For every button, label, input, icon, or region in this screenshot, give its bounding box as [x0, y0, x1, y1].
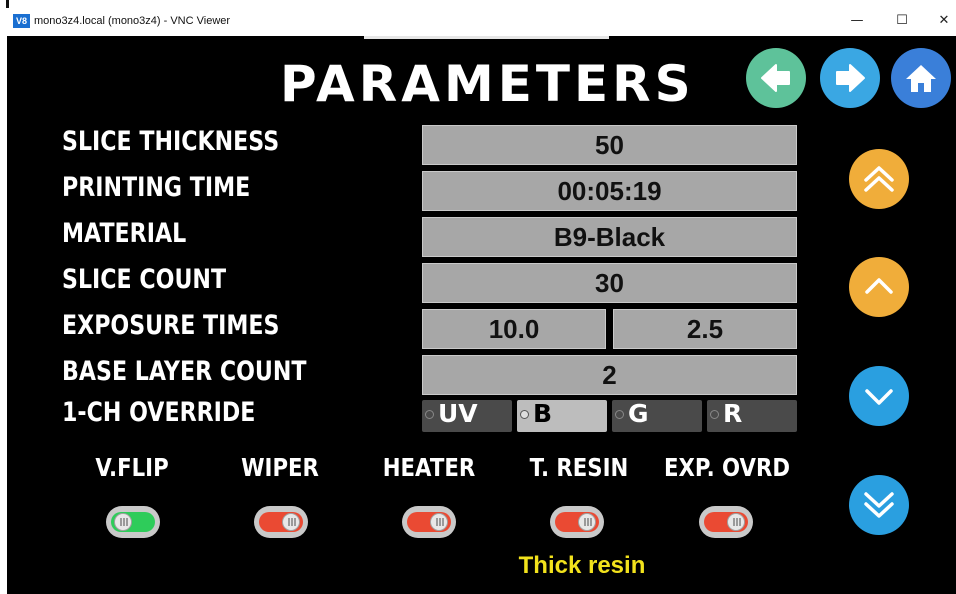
override-option-label: G [628, 399, 649, 428]
exposure-time-1-field[interactable]: 10.0 [422, 309, 606, 349]
printing-time-label: PRINTING TIME [62, 172, 251, 203]
window-titlebar: V8 mono3z4.local (mono3z4) - VNC Viewer … [0, 0, 956, 40]
forward-button[interactable] [820, 48, 880, 108]
arrow-left-icon [761, 64, 790, 92]
titlebar-edge-mark [6, 0, 9, 8]
vflip-label: V.FLIP [95, 453, 169, 482]
exposure-time-2-field[interactable]: 2.5 [613, 309, 797, 349]
vflip-toggle[interactable] [106, 506, 160, 538]
radio-icon [520, 410, 529, 419]
minimize-button[interactable]: — [845, 11, 869, 31]
override-option-label: R [723, 399, 743, 428]
double-chevron-down-icon [864, 492, 894, 518]
override-option-r[interactable]: R [707, 399, 797, 432]
printing-time-field[interactable]: 00:05:19 [422, 171, 797, 211]
override-option-label: UV [438, 399, 478, 428]
chevron-up-icon [865, 278, 893, 294]
override-option-g[interactable]: G [612, 399, 702, 432]
toggle-knob [727, 513, 745, 531]
arrow-right-icon [836, 64, 865, 92]
close-icon: ✕ [938, 13, 950, 28]
base-layer-count-label: BASE LAYER COUNT [62, 356, 307, 387]
slice-count-field[interactable]: 30 [422, 263, 797, 303]
thick-resin-toggle[interactable] [550, 506, 604, 538]
override-label: 1-CH OVERRIDE [62, 397, 256, 428]
radio-icon [615, 410, 624, 419]
material-label: MATERIAL [62, 218, 187, 249]
slice-count-label: SLICE COUNT [62, 264, 227, 295]
toggle-knob [578, 513, 596, 531]
page-up-button[interactable] [849, 149, 909, 209]
page-down-button[interactable] [849, 475, 909, 535]
scroll-up-button[interactable] [849, 257, 909, 317]
scroll-down-button[interactable] [849, 366, 909, 426]
override-option-label: B [533, 399, 553, 428]
heater-label: HEATER [382, 453, 476, 482]
vnc-app-icon: V8 [13, 14, 30, 28]
radio-icon [425, 410, 434, 419]
window-title: mono3z4.local (mono3z4) - VNC Viewer [34, 15, 231, 27]
toggle-knob [282, 513, 300, 531]
slice-thickness-label: SLICE THICKNESS [62, 126, 280, 157]
slice-thickness-field[interactable]: 50 [422, 125, 797, 165]
base-layer-count-field[interactable]: 2 [422, 355, 797, 395]
radio-icon [710, 410, 719, 419]
toggle-knob [114, 513, 132, 531]
home-button[interactable] [891, 48, 951, 108]
heater-toggle[interactable] [402, 506, 456, 538]
toggle-knob [430, 513, 448, 531]
wiper-label: WIPER [241, 453, 319, 482]
top-notch [364, 36, 609, 39]
remote-screen: PARAMETERS SLICE THICKNESS PRINTING TIME… [7, 36, 956, 594]
exposure-times-label: EXPOSURE TIMES [62, 310, 280, 341]
wiper-toggle[interactable] [254, 506, 308, 538]
home-icon [906, 65, 936, 92]
exposure-override-label: EXP. OVRD [664, 453, 790, 482]
minimize-icon: — [850, 13, 864, 28]
material-field[interactable]: B9-Black [422, 217, 797, 257]
maximize-icon: ☐ [896, 13, 908, 28]
status-text: Thick resin [518, 552, 646, 579]
override-option-b[interactable]: B [517, 399, 607, 432]
page-title: PARAMETERS [280, 55, 695, 113]
back-button[interactable] [746, 48, 806, 108]
double-chevron-up-icon [864, 166, 894, 192]
chevron-down-icon [865, 389, 893, 405]
maximize-button[interactable]: ☐ [890, 11, 914, 31]
override-option-uv[interactable]: UV [422, 399, 512, 432]
thick-resin-label: T. RESIN [529, 453, 629, 482]
close-button[interactable]: ✕ [932, 11, 956, 31]
exposure-override-toggle[interactable] [699, 506, 753, 538]
